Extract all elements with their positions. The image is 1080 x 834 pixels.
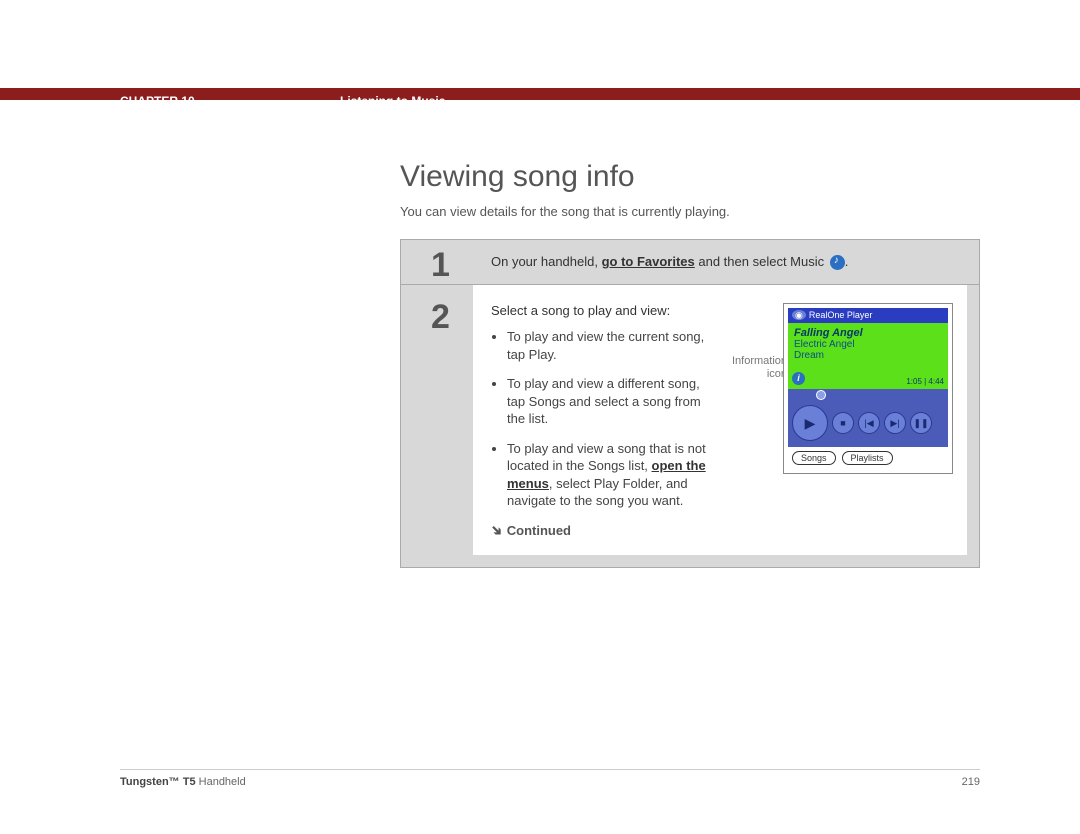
chapter-label: CHAPTER 10 (120, 94, 195, 108)
app-logo-icon: ◉ (792, 310, 806, 320)
playlists-tab[interactable]: Playlists (842, 451, 893, 465)
step2-text: Select a song to play and view: To play … (491, 303, 721, 539)
next-button[interactable]: ▶| (884, 412, 906, 434)
playback-time: 1:05 | 4:44 (906, 377, 944, 386)
step1-pre: On your handheld, (491, 254, 602, 269)
page-title: Viewing song info (400, 160, 980, 194)
songs-tab[interactable]: Songs (792, 451, 836, 465)
device-screenshot: ◉RealOne Player Falling Angel Electric A… (783, 303, 953, 474)
playback-controls: ▶ ■ |◀ ▶| ❚❚ (788, 399, 948, 447)
page-footer: Tungsten™ T5 Handheld 219 (120, 769, 980, 788)
device-app-title: ◉RealOne Player (788, 308, 948, 323)
step2-item: To play and view a song that is not loca… (507, 440, 721, 510)
intro-text: You can view details for the song that i… (400, 204, 980, 219)
information-icon[interactable]: i (792, 372, 805, 385)
step-number-2: 2 (431, 298, 450, 337)
step-1-row: On your handheld, go to Favorites and th… (401, 240, 979, 285)
song-title: Falling Angel (794, 327, 942, 339)
pause-button[interactable]: ❚❚ (910, 412, 932, 434)
step-2-panel: Select a song to play and view: To play … (473, 285, 967, 555)
continued-arrow-icon: ➔ (487, 520, 507, 540)
song-album: Dream (794, 350, 942, 361)
page-number: 219 (962, 776, 980, 788)
step-number-1: 1 (431, 246, 450, 285)
stop-button[interactable]: ■ (832, 412, 854, 434)
device-now-playing: Falling Angel Electric Angel Dream i 1:0… (788, 323, 948, 389)
main-content: Viewing song info You can view details f… (400, 160, 980, 568)
product-name: Tungsten™ T5 Handheld (120, 776, 246, 788)
progress-thumb-icon[interactable] (816, 390, 826, 400)
go-to-favorites-link[interactable]: go to Favorites (602, 254, 695, 269)
step2-item: To play and view the current song, tap P… (507, 328, 721, 363)
continued-label: ➔Continued (491, 522, 721, 539)
prev-button[interactable]: |◀ (858, 412, 880, 434)
information-icon-callout: Information icon (717, 355, 787, 381)
play-button[interactable]: ▶ (792, 405, 828, 441)
steps-box: 1 2 On your handheld, go to Favorites an… (400, 239, 980, 568)
song-artist: Electric Angel (794, 339, 942, 350)
step2-title: Select a song to play and view: (491, 303, 721, 318)
step1-post: and then select Music (695, 254, 828, 269)
progress-bar[interactable] (788, 389, 948, 399)
step2-item: To play and view a different song, tap S… (507, 375, 721, 428)
device-bottom-tabs: Songs Playlists (788, 447, 948, 469)
music-app-icon (830, 255, 845, 270)
chapter-header: CHAPTER 10 Listening to Music (0, 88, 1080, 100)
chapter-title: Listening to Music (340, 94, 445, 108)
